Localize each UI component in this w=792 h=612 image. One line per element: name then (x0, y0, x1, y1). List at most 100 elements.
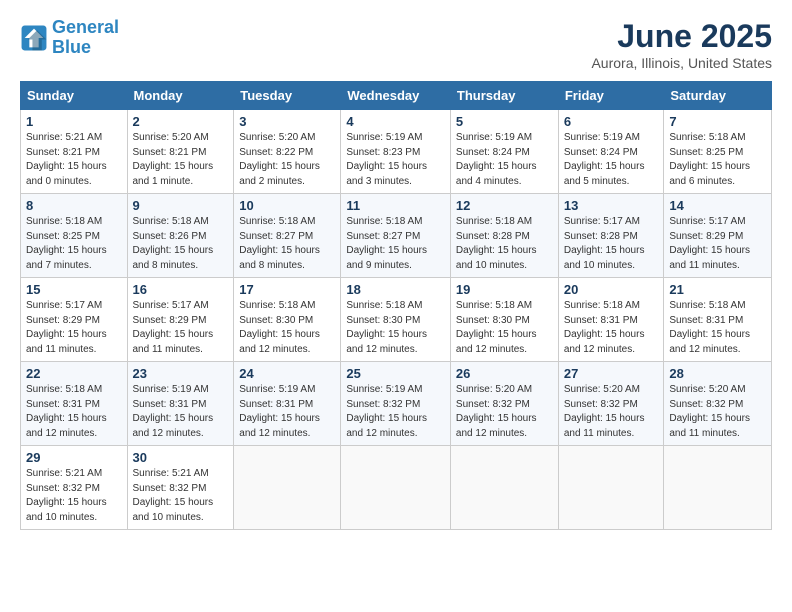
calendar-cell: 3 Sunrise: 5:20 AM Sunset: 8:22 PM Dayli… (234, 110, 341, 194)
day-number: 29 (26, 450, 122, 465)
sunrise-label: Sunrise: 5:18 AM (456, 300, 532, 311)
sunrise-label: Sunrise: 5:18 AM (346, 216, 422, 227)
calendar-cell: 29 Sunrise: 5:21 AM Sunset: 8:32 PM Dayl… (21, 446, 128, 530)
sunset-label: Sunset: 8:30 PM (456, 315, 530, 326)
sunrise-label: Sunrise: 5:18 AM (26, 384, 102, 395)
calendar-cell: 1 Sunrise: 5:21 AM Sunset: 8:21 PM Dayli… (21, 110, 128, 194)
sunrise-label: Sunrise: 5:19 AM (564, 132, 640, 143)
sunrise-label: Sunrise: 5:18 AM (133, 216, 209, 227)
col-thursday: Thursday (450, 82, 558, 110)
sunset-label: Sunset: 8:31 PM (669, 315, 743, 326)
day-number: 18 (346, 282, 445, 297)
day-info: Sunrise: 5:20 AM Sunset: 8:22 PM Dayligh… (239, 131, 335, 189)
logo-text: General Blue (52, 18, 119, 58)
daylight-label: Daylight: 15 hours and 0 minutes. (26, 161, 107, 187)
day-info: Sunrise: 5:18 AM Sunset: 8:30 PM Dayligh… (239, 299, 335, 357)
day-info: Sunrise: 5:17 AM Sunset: 8:28 PM Dayligh… (564, 215, 659, 273)
calendar-cell: 14 Sunrise: 5:17 AM Sunset: 8:29 PM Dayl… (664, 194, 772, 278)
daylight-label: Daylight: 15 hours and 9 minutes. (346, 245, 427, 271)
calendar-cell (234, 446, 341, 530)
calendar-week-2: 8 Sunrise: 5:18 AM Sunset: 8:25 PM Dayli… (21, 194, 772, 278)
calendar-cell: 22 Sunrise: 5:18 AM Sunset: 8:31 PM Dayl… (21, 362, 128, 446)
calendar-cell: 13 Sunrise: 5:17 AM Sunset: 8:28 PM Dayl… (558, 194, 664, 278)
sunrise-label: Sunrise: 5:19 AM (346, 132, 422, 143)
calendar-cell: 30 Sunrise: 5:21 AM Sunset: 8:32 PM Dayl… (127, 446, 234, 530)
sunset-label: Sunset: 8:23 PM (346, 147, 420, 158)
daylight-label: Daylight: 15 hours and 12 minutes. (346, 413, 427, 439)
logo: General Blue (20, 18, 119, 58)
sunset-label: Sunset: 8:28 PM (564, 231, 638, 242)
col-friday: Friday (558, 82, 664, 110)
sunset-label: Sunset: 8:21 PM (26, 147, 100, 158)
day-info: Sunrise: 5:18 AM Sunset: 8:30 PM Dayligh… (346, 299, 445, 357)
sunrise-label: Sunrise: 5:17 AM (26, 300, 102, 311)
sunset-label: Sunset: 8:31 PM (26, 399, 100, 410)
sunset-label: Sunset: 8:32 PM (456, 399, 530, 410)
day-info: Sunrise: 5:18 AM Sunset: 8:28 PM Dayligh… (456, 215, 553, 273)
sunset-label: Sunset: 8:21 PM (133, 147, 207, 158)
daylight-label: Daylight: 15 hours and 11 minutes. (669, 245, 750, 271)
sunrise-label: Sunrise: 5:20 AM (239, 132, 315, 143)
sunset-label: Sunset: 8:24 PM (456, 147, 530, 158)
day-number: 13 (564, 198, 659, 213)
calendar-cell: 23 Sunrise: 5:19 AM Sunset: 8:31 PM Dayl… (127, 362, 234, 446)
daylight-label: Daylight: 15 hours and 12 minutes. (133, 413, 214, 439)
day-info: Sunrise: 5:18 AM Sunset: 8:31 PM Dayligh… (669, 299, 766, 357)
sunset-label: Sunset: 8:32 PM (669, 399, 743, 410)
sunrise-label: Sunrise: 5:18 AM (239, 300, 315, 311)
day-number: 21 (669, 282, 766, 297)
calendar-cell (341, 446, 451, 530)
sunset-label: Sunset: 8:29 PM (26, 315, 100, 326)
col-wednesday: Wednesday (341, 82, 451, 110)
day-number: 25 (346, 366, 445, 381)
day-number: 28 (669, 366, 766, 381)
calendar-cell: 16 Sunrise: 5:17 AM Sunset: 8:29 PM Dayl… (127, 278, 234, 362)
day-number: 14 (669, 198, 766, 213)
day-info: Sunrise: 5:21 AM Sunset: 8:32 PM Dayligh… (133, 467, 229, 525)
day-info: Sunrise: 5:19 AM Sunset: 8:23 PM Dayligh… (346, 131, 445, 189)
main-title: June 2025 (591, 18, 772, 55)
sunrise-label: Sunrise: 5:17 AM (669, 216, 745, 227)
day-info: Sunrise: 5:19 AM Sunset: 8:32 PM Dayligh… (346, 383, 445, 441)
day-info: Sunrise: 5:20 AM Sunset: 8:32 PM Dayligh… (456, 383, 553, 441)
sunset-label: Sunset: 8:31 PM (133, 399, 207, 410)
sunset-label: Sunset: 8:25 PM (26, 231, 100, 242)
calendar-cell: 11 Sunrise: 5:18 AM Sunset: 8:27 PM Dayl… (341, 194, 451, 278)
calendar-week-1: 1 Sunrise: 5:21 AM Sunset: 8:21 PM Dayli… (21, 110, 772, 194)
sunset-label: Sunset: 8:31 PM (564, 315, 638, 326)
day-info: Sunrise: 5:18 AM Sunset: 8:30 PM Dayligh… (456, 299, 553, 357)
day-info: Sunrise: 5:19 AM Sunset: 8:31 PM Dayligh… (239, 383, 335, 441)
calendar-cell: 24 Sunrise: 5:19 AM Sunset: 8:31 PM Dayl… (234, 362, 341, 446)
daylight-label: Daylight: 15 hours and 3 minutes. (346, 161, 427, 187)
calendar-cell: 18 Sunrise: 5:18 AM Sunset: 8:30 PM Dayl… (341, 278, 451, 362)
sunset-label: Sunset: 8:32 PM (346, 399, 420, 410)
daylight-label: Daylight: 15 hours and 8 minutes. (133, 245, 214, 271)
sunset-label: Sunset: 8:31 PM (239, 399, 313, 410)
day-info: Sunrise: 5:17 AM Sunset: 8:29 PM Dayligh… (26, 299, 122, 357)
sunrise-label: Sunrise: 5:19 AM (456, 132, 532, 143)
day-info: Sunrise: 5:19 AM Sunset: 8:31 PM Dayligh… (133, 383, 229, 441)
day-number: 26 (456, 366, 553, 381)
day-info: Sunrise: 5:17 AM Sunset: 8:29 PM Dayligh… (133, 299, 229, 357)
daylight-label: Daylight: 15 hours and 12 minutes. (456, 413, 537, 439)
sunrise-label: Sunrise: 5:21 AM (26, 132, 102, 143)
day-info: Sunrise: 5:17 AM Sunset: 8:29 PM Dayligh… (669, 215, 766, 273)
day-info: Sunrise: 5:18 AM Sunset: 8:27 PM Dayligh… (239, 215, 335, 273)
day-number: 16 (133, 282, 229, 297)
day-number: 19 (456, 282, 553, 297)
calendar-header-row: Sunday Monday Tuesday Wednesday Thursday… (21, 82, 772, 110)
calendar-table: Sunday Monday Tuesday Wednesday Thursday… (20, 81, 772, 530)
day-info: Sunrise: 5:18 AM Sunset: 8:25 PM Dayligh… (26, 215, 122, 273)
calendar-cell: 5 Sunrise: 5:19 AM Sunset: 8:24 PM Dayli… (450, 110, 558, 194)
calendar-cell (664, 446, 772, 530)
day-number: 17 (239, 282, 335, 297)
daylight-label: Daylight: 15 hours and 12 minutes. (564, 329, 645, 355)
sunrise-label: Sunrise: 5:21 AM (133, 468, 209, 479)
calendar-week-3: 15 Sunrise: 5:17 AM Sunset: 8:29 PM Dayl… (21, 278, 772, 362)
calendar-week-5: 29 Sunrise: 5:21 AM Sunset: 8:32 PM Dayl… (21, 446, 772, 530)
day-info: Sunrise: 5:20 AM Sunset: 8:32 PM Dayligh… (669, 383, 766, 441)
sunset-label: Sunset: 8:32 PM (26, 483, 100, 494)
day-info: Sunrise: 5:21 AM Sunset: 8:21 PM Dayligh… (26, 131, 122, 189)
day-number: 24 (239, 366, 335, 381)
calendar-cell: 25 Sunrise: 5:19 AM Sunset: 8:32 PM Dayl… (341, 362, 451, 446)
